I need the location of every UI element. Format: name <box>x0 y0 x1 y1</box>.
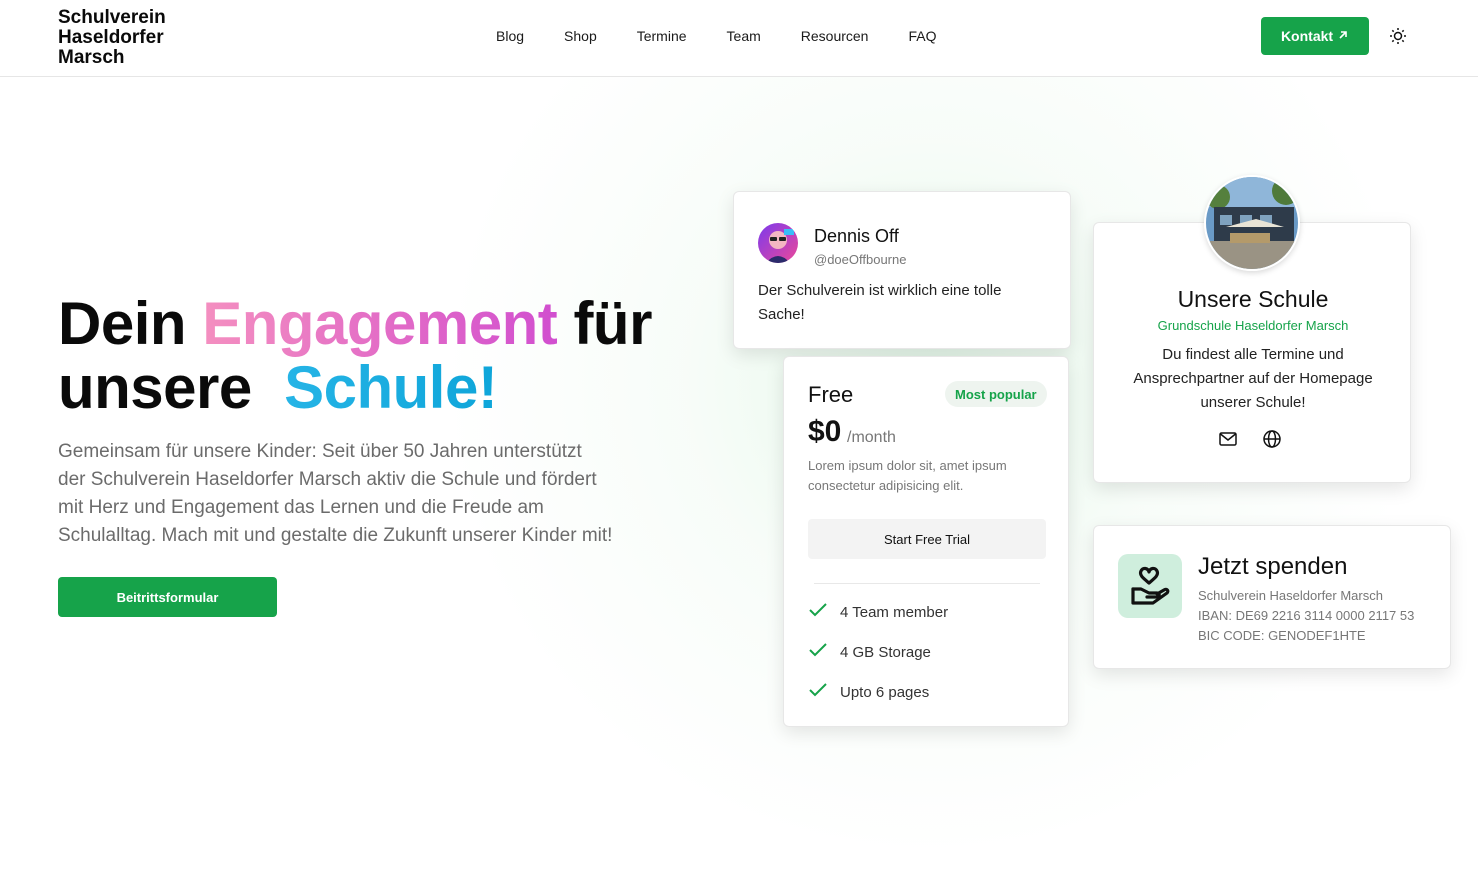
check-icon <box>808 642 828 662</box>
donate-iban: IBAN: DE69 2216 3114 0000 2117 53 <box>1198 608 1415 623</box>
main-nav: Blog Shop Termine Team Resourcen FAQ <box>476 27 956 47</box>
plan-price-unit: /month <box>847 429 896 446</box>
feature-label: 4 Team member <box>840 603 949 621</box>
feature-label: 4 GB Storage <box>840 643 931 661</box>
nav-link-shop[interactable]: Shop <box>564 27 597 47</box>
plan-name: Free <box>808 382 854 407</box>
hero-title: Dein Engagement für unsere Schule! <box>58 292 698 420</box>
school-title: Unsere Schule <box>1177 286 1329 312</box>
nav-link-termine[interactable]: Termine <box>637 27 687 47</box>
avatar <box>758 223 798 263</box>
heart-hand-icon <box>1118 554 1182 618</box>
mail-icon[interactable] <box>1218 429 1238 454</box>
plan-description: Lorem ipsum dolor sit, amet ipsum consec… <box>808 458 1007 493</box>
school-photo <box>1204 175 1300 271</box>
feature-item: Upto 6 pages <box>808 681 929 703</box>
school-links <box>1218 429 1282 454</box>
check-icon <box>808 682 828 702</box>
testimonial-card: Dennis Off @doeOffbourne Der Schulverein… <box>733 191 1071 349</box>
feature-item: 4 Team member <box>808 601 948 623</box>
feature-item: 4 GB Storage <box>808 641 931 663</box>
check-icon <box>808 602 828 622</box>
donate-bic: BIC CODE: GENODEF1HTE <box>1198 628 1366 643</box>
testimonial-quote: Der Schulverein ist wirklich eine tolle … <box>758 282 1002 323</box>
pricing-card: Free Most popular $0 /month Lorem ipsum … <box>783 356 1069 727</box>
testimonial-name: Dennis Off <box>814 226 899 246</box>
school-subtitle: Grundschule Haseldorfer Marsch <box>1157 318 1349 333</box>
divider <box>814 583 1040 584</box>
hero-title-part1: Dein <box>58 290 187 357</box>
donate-title: Jetzt spenden <box>1198 553 1348 580</box>
popular-badge: Most popular <box>945 381 1047 407</box>
membership-form-button[interactable]: Beitrittsformular <box>58 577 277 617</box>
globe-icon[interactable] <box>1262 429 1282 454</box>
hero-title-highlight-schule: Schule! <box>284 354 498 421</box>
hero-title-highlight-engagement: Engagement <box>202 290 558 357</box>
plan-price: $0 <box>808 415 842 448</box>
hero-title-part2: für <box>573 290 652 357</box>
donate-recipient: Schulverein Haseldorfer Marsch <box>1198 588 1383 603</box>
donate-card: Jetzt spenden Schulverein Haseldorfer Ma… <box>1093 525 1451 669</box>
sun-icon[interactable] <box>1386 24 1410 48</box>
nav-link-blog[interactable]: Blog <box>496 27 524 47</box>
school-description: Du findest alle Termine und Ansprechpart… <box>1133 346 1373 411</box>
contact-button-label: Kontakt <box>1280 28 1334 44</box>
site-header: Schulverein Haseldorfer Marsch Blog Shop… <box>0 0 1478 77</box>
hero-title-part3: unsere <box>58 354 252 421</box>
nav-link-team[interactable]: Team <box>727 27 761 47</box>
start-trial-button[interactable]: Start Free Trial <box>808 519 1046 559</box>
brand-logo[interactable]: Schulverein Haseldorfer Marsch <box>58 8 208 68</box>
nav-link-resourcen[interactable]: Resourcen <box>801 27 869 47</box>
nav-link-faq[interactable]: FAQ <box>908 27 936 47</box>
feature-label: Upto 6 pages <box>840 683 930 701</box>
testimonial-handle: @doeOffbourne <box>814 252 907 267</box>
contact-button[interactable]: Kontakt <box>1261 17 1369 55</box>
hero-description: Gemeinsam für unsere Kinder: Seit über 5… <box>58 441 613 546</box>
arrow-up-right-icon <box>1337 28 1349 44</box>
